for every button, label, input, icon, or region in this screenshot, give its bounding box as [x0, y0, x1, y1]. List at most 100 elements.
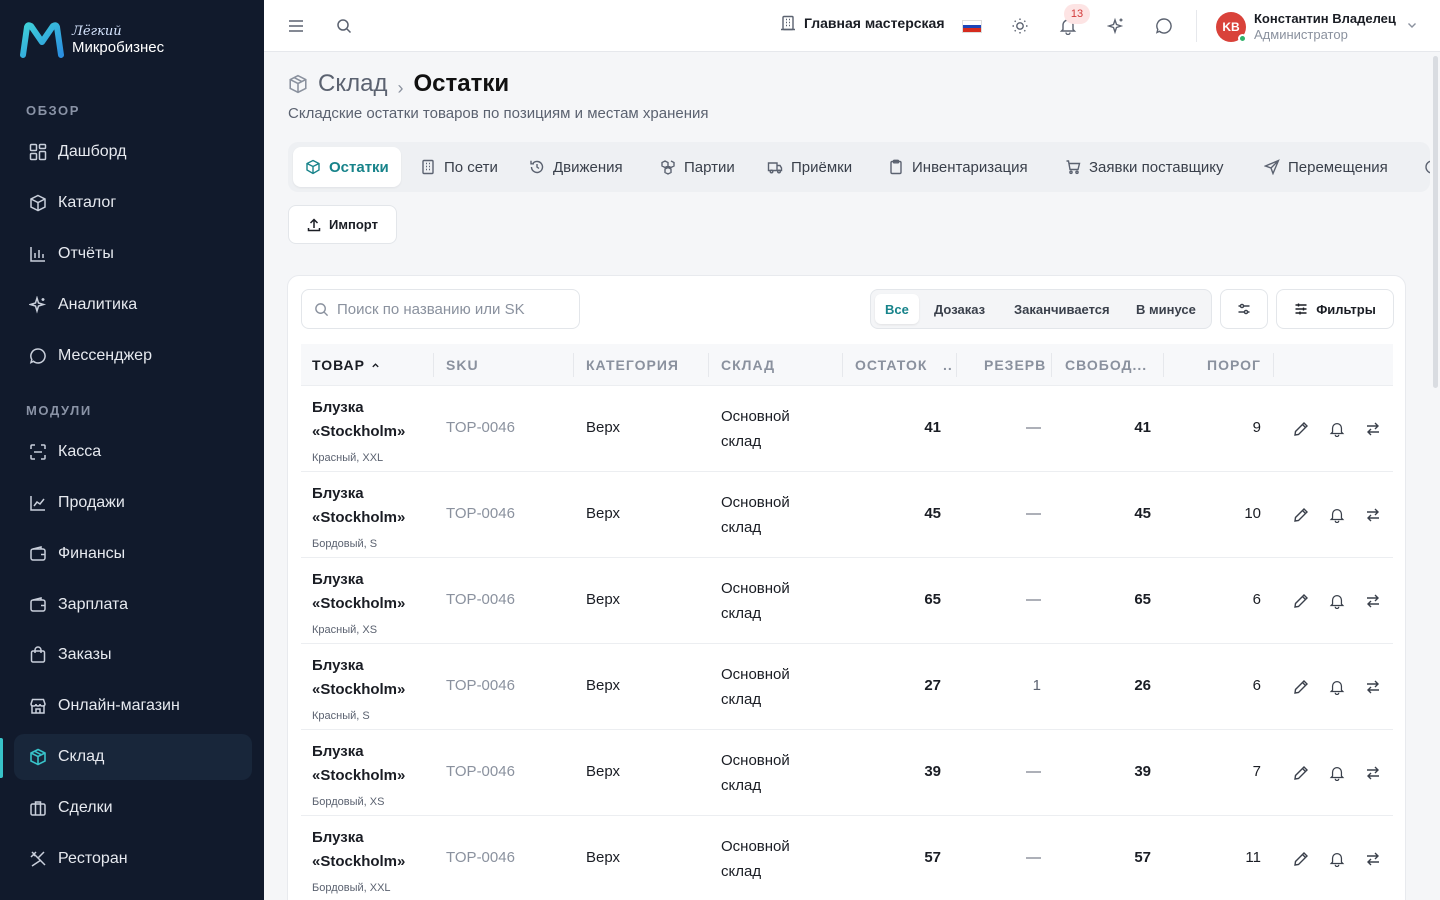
- bell-icon[interactable]: [1327, 591, 1347, 611]
- sidebar-item-warehouse[interactable]: Склад: [14, 734, 252, 780]
- tab-network[interactable]: По сети: [408, 147, 510, 187]
- transfer-icon[interactable]: [1363, 591, 1383, 611]
- user-role: Администратор: [1254, 27, 1348, 42]
- sparkle-icon[interactable]: [1104, 14, 1128, 38]
- column-header-category[interactable]: КАТЕГОРИЯ: [586, 344, 679, 386]
- topbar: Главная мастерская 13 KB Константин Влад…: [264, 0, 1440, 52]
- column-header-reserve[interactable]: РЕЗЕРВ: [984, 344, 1046, 386]
- theme-sun-icon[interactable]: [1008, 14, 1032, 38]
- column-header-stock[interactable]: ОСТАТОК: [855, 344, 927, 386]
- tab-receipts[interactable]: Приёмки: [755, 147, 864, 187]
- column-settings-button[interactable]: [1220, 289, 1268, 329]
- column-menu-icon[interactable]: ..: [943, 344, 953, 386]
- sidebar-item-deals[interactable]: Сделки: [14, 785, 252, 831]
- language-flag-icon[interactable]: [962, 20, 982, 33]
- edit-icon[interactable]: [1291, 419, 1311, 439]
- table-row[interactable]: Блузка «Stockholm» Бордовый, XXL TOP-0046 В…: [301, 816, 1393, 900]
- sidebar-item-messenger[interactable]: Мессенджер: [14, 333, 252, 379]
- page-scrollbar[interactable]: [1431, 52, 1440, 900]
- transfer-icon[interactable]: [1363, 763, 1383, 783]
- segment-running-low[interactable]: Заканчивается: [1004, 294, 1120, 324]
- column-divider: [956, 353, 957, 377]
- filters-button[interactable]: Фильтры: [1276, 289, 1394, 329]
- sidebar-item-catalog[interactable]: Каталог: [14, 180, 252, 226]
- brand-line1: Лёгкий: [72, 24, 122, 39]
- table-row[interactable]: Блузка «Stockholm» Красный, S TOP-0046 Верх…: [301, 644, 1393, 730]
- category-value: Верх: [586, 419, 621, 436]
- search-icon[interactable]: [332, 14, 356, 38]
- tab-overflow[interactable]: [1412, 147, 1430, 187]
- search-input[interactable]: [337, 300, 567, 318]
- tab-movements[interactable]: Движения: [517, 147, 635, 187]
- edit-icon[interactable]: [1291, 677, 1311, 697]
- workshop-selector[interactable]: Главная мастерская: [780, 15, 945, 31]
- product-name[interactable]: Блузка «Stockholm»: [312, 654, 432, 702]
- sidebar-item-label: Касса: [58, 443, 102, 460]
- import-button[interactable]: Импорт: [288, 205, 397, 244]
- sidebar-item-label: Сделки: [58, 799, 113, 816]
- product-name[interactable]: Блузка «Stockholm»: [312, 826, 432, 874]
- sidebar-item-label: Финансы: [58, 545, 126, 562]
- product-variant: Красный, S: [312, 710, 370, 722]
- sku-value: TOP-0046: [446, 677, 515, 694]
- product-variant: Бордовый, XS: [312, 796, 385, 808]
- bell-icon[interactable]: [1327, 849, 1347, 869]
- tab-inventory[interactable]: Инвентаризация: [876, 147, 1040, 187]
- sidebar-item-analytics[interactable]: Аналитика: [14, 282, 252, 328]
- column-divider: [842, 353, 843, 377]
- column-header-product[interactable]: ТОВАР: [312, 344, 380, 386]
- table-row[interactable]: Блузка «Stockholm» Бордовый, XS TOP-0046 Ве…: [301, 730, 1393, 816]
- edit-icon[interactable]: [1291, 763, 1311, 783]
- bell-icon[interactable]: [1327, 419, 1347, 439]
- sidebar-item-orders[interactable]: Заказы: [14, 632, 252, 678]
- free-value: 26: [1134, 677, 1151, 694]
- bell-icon[interactable]: [1327, 505, 1347, 525]
- segment-all[interactable]: Все: [875, 294, 919, 324]
- breadcrumb-parent[interactable]: Склад: [318, 70, 387, 98]
- bell-icon[interactable]: [1327, 763, 1347, 783]
- table-row[interactable]: Блузка «Stockholm» Красный, XS TOP-0046 Вер…: [301, 558, 1393, 644]
- sidebar-item-dashboard[interactable]: Дашборд: [14, 129, 252, 175]
- column-header-free[interactable]: СВОБОД...: [1065, 344, 1147, 386]
- sidebar-item-finance[interactable]: Финансы: [14, 531, 252, 577]
- transfer-icon[interactable]: [1363, 419, 1383, 439]
- product-name[interactable]: Блузка «Stockholm»: [312, 396, 432, 444]
- sidebar-item-reports[interactable]: Отчёты: [14, 231, 252, 277]
- chat-icon[interactable]: [1152, 14, 1176, 38]
- edit-icon[interactable]: [1291, 849, 1311, 869]
- sort-asc-icon: [371, 361, 380, 370]
- tab-batches[interactable]: Партии: [648, 147, 747, 187]
- column-header-sku[interactable]: SKU: [446, 344, 479, 386]
- user-menu[interactable]: KB Константин Владелец Администратор: [1216, 10, 1396, 44]
- sidebar-item-salary[interactable]: Зарплата: [14, 582, 252, 628]
- chevron-down-icon[interactable]: [1406, 18, 1418, 36]
- product-name[interactable]: Блузка «Stockholm»: [312, 482, 432, 530]
- column-header-warehouse[interactable]: СКЛАД: [721, 344, 775, 386]
- segment-negative[interactable]: В минусе: [1126, 294, 1206, 324]
- bag-icon: [28, 645, 48, 665]
- edit-icon[interactable]: [1291, 505, 1311, 525]
- box-icon: [288, 74, 308, 94]
- sidebar-item-sales[interactable]: Продажи: [14, 480, 252, 526]
- tab-stock[interactable]: Остатки: [293, 147, 401, 187]
- menu-icon[interactable]: [284, 14, 308, 38]
- sidebar-item-online-store[interactable]: Онлайн-магазин: [14, 683, 252, 729]
- bell-icon[interactable]: [1327, 677, 1347, 697]
- table-row[interactable]: Блузка «Stockholm» Бордовый, S TOP-0046 Вер…: [301, 472, 1393, 558]
- transfer-icon[interactable]: [1363, 849, 1383, 869]
- product-name[interactable]: Блузка «Stockholm»: [312, 740, 432, 788]
- edit-icon[interactable]: [1291, 591, 1311, 611]
- column-header-threshold[interactable]: ПОРОГ: [1207, 344, 1261, 386]
- tab-supplier-requests[interactable]: Заявки поставщику: [1053, 147, 1236, 187]
- transfer-icon[interactable]: [1363, 677, 1383, 697]
- transfer-icon[interactable]: [1363, 505, 1383, 525]
- tab-transfers[interactable]: Перемещения: [1252, 147, 1400, 187]
- product-name[interactable]: Блузка «Stockholm»: [312, 568, 432, 616]
- search-box[interactable]: [301, 289, 580, 329]
- segment-reorder[interactable]: Дозаказ: [924, 294, 995, 324]
- scrollbar-thumb[interactable]: [1433, 56, 1438, 388]
- sidebar-item-cashbox[interactable]: Касса: [14, 429, 252, 475]
- table-row[interactable]: Блузка «Stockholm» Красный, XXL TOP-0046 Ве…: [301, 386, 1393, 472]
- sidebar-item-restaurant[interactable]: Ресторан: [14, 836, 252, 882]
- brand-logo[interactable]: Лёгкий Микробизнес: [20, 20, 164, 60]
